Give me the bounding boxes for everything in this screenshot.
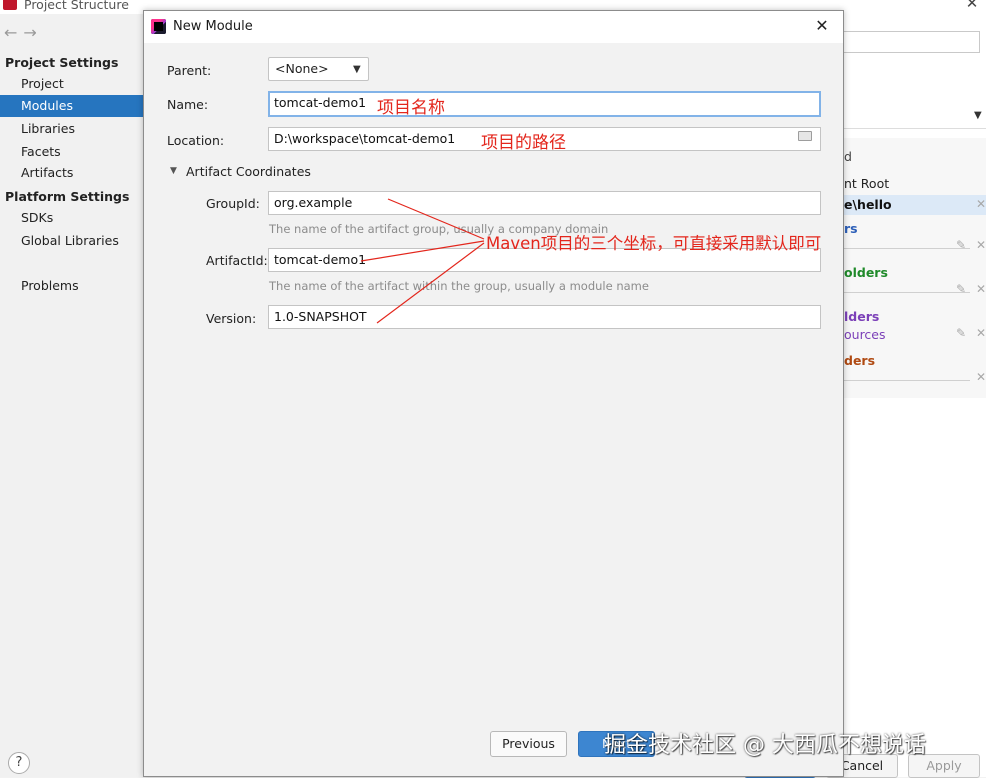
version-arrow-line bbox=[376, 242, 485, 324]
divider bbox=[844, 292, 970, 293]
content-root-path: e\hello bbox=[844, 197, 892, 212]
sidebar-item-sdks[interactable]: SDKs bbox=[0, 207, 144, 229]
module-search-input[interactable] bbox=[844, 31, 980, 53]
project-settings-header: Project Settings bbox=[5, 55, 119, 70]
watermark: 掘金技术社区 @ 大西瓜不想说话 bbox=[604, 733, 926, 758]
new-module-dialog: New Module ✕ Parent: <None> ▼ Name: tomc… bbox=[143, 10, 844, 777]
test-source-folders-label: olders bbox=[844, 265, 888, 280]
header-fragment: d bbox=[844, 149, 852, 164]
annotation-arrows bbox=[360, 198, 485, 324]
forward-arrow-icon[interactable]: → bbox=[23, 23, 36, 42]
divider bbox=[844, 380, 970, 381]
platform-settings-header: Platform Settings bbox=[5, 189, 130, 204]
project-structure-title: Project Structure bbox=[24, 0, 129, 12]
back-arrow-icon[interactable]: ← bbox=[4, 23, 17, 42]
close-icon[interactable]: ✕ bbox=[962, 0, 982, 12]
remove-icon[interactable]: ✕ bbox=[976, 238, 986, 252]
help-icon[interactable]: ? bbox=[8, 752, 30, 774]
add-content-root[interactable]: nt Root bbox=[844, 176, 889, 191]
sidebar-item-modules[interactable]: Modules bbox=[0, 95, 144, 117]
remove-icon[interactable]: ✕ bbox=[976, 370, 986, 384]
previous-button[interactable]: Previous bbox=[490, 731, 567, 757]
remove-icon[interactable]: ✕ bbox=[976, 197, 986, 211]
sidebar-item-artifacts[interactable]: Artifacts bbox=[0, 162, 144, 184]
edit-icon[interactable]: ✎ bbox=[956, 238, 966, 252]
module-combo[interactable]: ▼ bbox=[844, 109, 986, 129]
sidebar-item-project[interactable]: Project bbox=[0, 73, 144, 95]
edit-icon[interactable]: ✎ bbox=[956, 282, 966, 296]
resources-path: ources bbox=[844, 327, 886, 342]
sidebar-item-global-libraries[interactable]: Global Libraries bbox=[0, 230, 144, 252]
sidebar-item-libraries[interactable]: Libraries bbox=[0, 118, 144, 140]
source-folders-label: rs bbox=[844, 221, 858, 236]
excluded-folders-label: ders bbox=[844, 353, 876, 368]
navigation-arrows: ← → bbox=[4, 23, 43, 42]
intellij-app-icon bbox=[3, 0, 17, 10]
sidebar-item-problems[interactable]: Problems bbox=[0, 275, 144, 297]
resource-folders-label: lders bbox=[844, 309, 880, 324]
groupid-arrow-line bbox=[387, 198, 485, 240]
sidebar-item-facets[interactable]: Facets bbox=[0, 141, 144, 163]
edit-icon[interactable]: ✎ bbox=[956, 326, 966, 340]
divider bbox=[844, 248, 970, 249]
chevron-down-icon: ▼ bbox=[974, 110, 982, 121]
module-content-panel: ▼ d nt Root e\hello ✕ rs ✎ ✕ olders ✎ ✕ … bbox=[844, 14, 986, 777]
remove-icon[interactable]: ✕ bbox=[976, 326, 986, 340]
project-structure-sidebar: ← → Project Settings Project Modules Libr… bbox=[0, 14, 144, 777]
artifactid-arrow-line bbox=[360, 240, 485, 262]
remove-icon[interactable]: ✕ bbox=[976, 282, 986, 296]
